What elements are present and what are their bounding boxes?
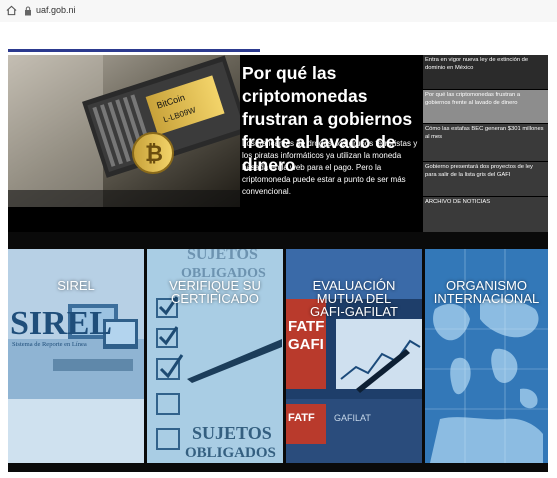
tile-verificar-certificado[interactable]: SUJETOS OBLIGADOS SUJETOS OBLIGADOS VERI… xyxy=(147,249,283,463)
browser-address-bar[interactable]: uaf.gob.ni xyxy=(0,0,557,22)
gafi-image-text-4: GAFILAT xyxy=(334,413,371,423)
tile-label: SIREL xyxy=(8,279,144,292)
hero-section: BitCoin L-LB09W ₿ Por qué las criptomone… xyxy=(8,55,548,255)
news-item[interactable]: Entra en vigor nueva ley de extinción de… xyxy=(423,55,548,89)
lock-icon xyxy=(25,6,31,16)
services-band: SIREL Sistema de Reporte en Línea SIREL … xyxy=(8,232,548,472)
url-text: uaf.gob.ni xyxy=(36,5,76,15)
tile-evaluacion-mutua[interactable]: FATF GAFI FATF GAFILAT EVALUACIÓN MUTUA … xyxy=(286,249,422,463)
news-sidebar: Entra en vigor nueva ley de extinción de… xyxy=(423,55,548,255)
hero-image[interactable]: BitCoin L-LB09W ₿ xyxy=(8,55,240,207)
gafi-image-text-3: FATF xyxy=(288,412,315,424)
cert-image-text-4: OBLIGADOS xyxy=(185,445,276,461)
tile-label: VERIFIQUE SU CERTIFICADO xyxy=(147,279,283,305)
cert-image-text-1: SUJETOS xyxy=(187,249,258,263)
home-icon[interactable] xyxy=(6,5,17,16)
gafi-image-text-1: FATF xyxy=(288,318,324,335)
tile-label-line: INTERNACIONAL xyxy=(433,291,540,306)
tile-label-line: SIREL xyxy=(57,278,95,293)
tile-label-line: CERTIFICADO xyxy=(171,291,259,306)
header-strip xyxy=(8,49,260,52)
tile-label: ORGANISMO INTERNACIONAL xyxy=(425,279,548,305)
news-item[interactable]: Gobierno presentará dos proyectos de ley… xyxy=(423,162,548,196)
sirel-logo-subtitle: Sistema de Reporte en Línea xyxy=(12,341,87,348)
cert-image-text-3: SUJETOS xyxy=(192,423,272,443)
gafi-image-text-2: GAFI xyxy=(288,336,324,353)
news-item-active[interactable]: Por qué las criptomonedas frustran a gob… xyxy=(423,90,548,123)
hero-summary: Los traficantes de drogas, los grupos te… xyxy=(242,139,418,196)
tile-label: EVALUACIÓN MUTUA DEL GAFI-GAFILAT xyxy=(286,279,422,318)
news-item[interactable]: Cómo las estafas BEC generan $301 millon… xyxy=(423,124,548,161)
tile-sirel[interactable]: SIREL Sistema de Reporte en Línea SIREL xyxy=(8,249,144,463)
news-archive-link[interactable]: ARCHIVO DE NOTICIAS xyxy=(423,197,548,233)
tile-label-line: GAFI-GAFILAT xyxy=(310,304,398,319)
svg-text:₿: ₿ xyxy=(145,141,163,166)
tile-organismo-internacional[interactable]: ORGANISMO INTERNACIONAL xyxy=(425,249,548,463)
sirel-logo-text: SIREL xyxy=(10,305,112,342)
